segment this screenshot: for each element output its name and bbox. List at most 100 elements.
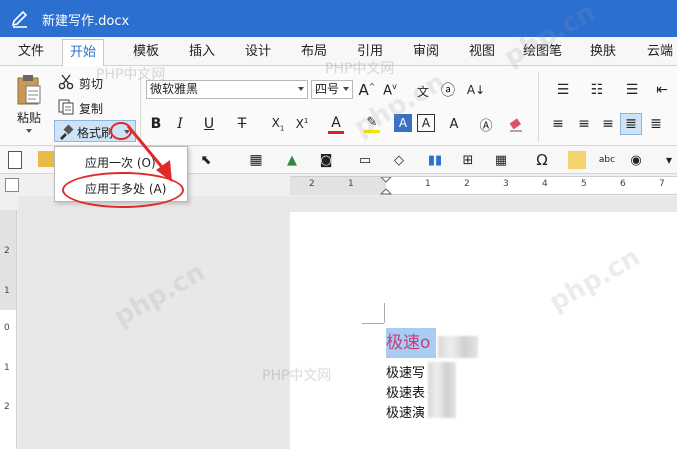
eye-icon: ◉ — [630, 152, 642, 168]
formula-button[interactable]: ⊞ — [458, 151, 478, 169]
chevron-down-icon — [298, 87, 304, 91]
paste-label: 粘贴 — [17, 111, 42, 125]
scissors-icon — [58, 74, 74, 90]
smartart-button[interactable]: ▦ — [486, 151, 516, 169]
tab-home[interactable]: 开始 — [62, 39, 105, 67]
numbering-button[interactable]: ☷ — [582, 80, 612, 100]
subscript-button[interactable]: X1 — [268, 114, 288, 134]
font-family-select[interactable]: 微软雅黑 — [146, 80, 308, 99]
ruler-label: 2 — [4, 246, 10, 256]
bullet-list-icon: ☰ — [556, 82, 570, 98]
camera-icon: ◙ — [319, 152, 333, 168]
grow-font-button[interactable]: A^ — [357, 80, 377, 100]
shapes-icon: ◇ — [394, 152, 404, 168]
sticky-note-button[interactable] — [568, 151, 586, 169]
eraser-icon — [509, 118, 522, 132]
margin-mark — [384, 303, 385, 323]
spell-check-icon: abc — [598, 155, 616, 165]
character-scale-button[interactable]: A↓ — [462, 80, 490, 100]
document-line[interactable]: 极速演 — [386, 402, 425, 421]
tab-template[interactable]: 模板 — [133, 37, 159, 66]
ruler-label: 2 — [4, 402, 10, 412]
align-right-icon: ≡ — [602, 116, 614, 132]
align-right-button[interactable]: ≡ — [598, 114, 618, 134]
bullets-button[interactable]: ☰ — [548, 80, 578, 100]
text-effects-button[interactable]: A — [442, 114, 466, 134]
subscript-icon: X1 — [271, 115, 285, 133]
clipboard-icon — [17, 75, 41, 105]
ruler-label: 0 — [4, 323, 10, 333]
tab-review[interactable]: 审阅 — [413, 37, 439, 66]
document-line[interactable]: 极速表 — [386, 382, 425, 401]
copy-button[interactable]: 复制 — [79, 100, 103, 117]
more-button[interactable]: ▾ — [662, 151, 676, 169]
table-icon: ▦ — [249, 152, 263, 168]
open-button[interactable] — [38, 151, 54, 167]
insert-table-button[interactable]: ▦ — [242, 151, 270, 169]
clear-formatting-button[interactable] — [506, 114, 526, 134]
tab-skin[interactable]: 换肤 — [590, 37, 616, 66]
shapes-button[interactable]: ◇ — [384, 151, 414, 169]
text-box-icon: ▭ — [358, 152, 372, 168]
character-border-button[interactable]: A — [417, 114, 435, 132]
superscript-icon: X1 — [295, 117, 309, 131]
font-size-select[interactable]: 四号 — [311, 80, 353, 99]
ruler-label: 7 — [659, 179, 665, 189]
ruler-label: 1 — [348, 179, 354, 189]
watermark-text: PHP中文网 — [96, 67, 166, 83]
document-line[interactable]: 极速写 — [386, 362, 425, 381]
font-color-button[interactable]: A — [322, 112, 350, 136]
tab-layout[interactable]: 布局 — [301, 37, 327, 66]
insert-chart-button[interactable]: ▮▮ — [420, 151, 450, 169]
strikethrough-icon: T — [237, 116, 247, 132]
ruler-label: 1 — [4, 286, 10, 296]
strikethrough-button[interactable]: T — [228, 114, 256, 134]
ruler-label: 2 — [464, 179, 470, 189]
watermark-text: PHP中文网 — [325, 61, 395, 77]
select-button[interactable]: ⬉ — [198, 150, 214, 170]
document-heading[interactable]: 极速o — [386, 328, 437, 358]
picture-icon: ▲ — [287, 152, 297, 168]
screenshot-button[interactable]: ◙ — [312, 151, 340, 169]
character-scale-icon: A↓ — [466, 83, 486, 97]
numbered-list-icon: ☷ — [590, 82, 604, 98]
align-center-button[interactable]: ≡ — [574, 114, 594, 134]
annotation-arrow — [126, 125, 172, 182]
paste-dropdown-arrow[interactable] — [26, 129, 32, 133]
font-size-value: 四号 — [315, 82, 340, 96]
insert-picture-button[interactable]: ▲ — [282, 151, 302, 169]
tab-design[interactable]: 设计 — [245, 37, 271, 66]
tab-file[interactable]: 文件 — [18, 37, 44, 66]
indent-marker-icon[interactable] — [380, 177, 392, 195]
window-title: 新建写作.docx — [42, 14, 130, 29]
tab-cloud[interactable]: 云端 — [647, 37, 673, 66]
tab-view[interactable]: 视图 — [469, 37, 495, 66]
omega-icon: Ω — [536, 151, 548, 169]
watermark-text: PHP中文网 — [262, 368, 332, 384]
superscript-button[interactable]: X1 — [292, 114, 312, 134]
distributed-button[interactable]: ≣ — [646, 114, 666, 134]
ruler-label: 3 — [503, 179, 509, 189]
align-left-icon: ≡ — [552, 116, 564, 132]
underline-button[interactable]: U — [196, 114, 222, 134]
justify-button[interactable]: ≣ — [620, 113, 642, 135]
symbol-button[interactable]: Ω — [528, 150, 556, 170]
more-icon: ▾ — [665, 153, 673, 167]
multilevel-list-button[interactable]: ☰ — [618, 80, 646, 100]
preview-button[interactable]: ◉ — [626, 151, 646, 169]
new-document-button[interactable] — [8, 151, 22, 169]
paste-button[interactable] — [12, 72, 46, 108]
text-outline-button[interactable]: Ⓐ — [474, 114, 498, 134]
tab-insert[interactable]: 插入 — [189, 37, 215, 66]
tab-stop-selector[interactable] — [5, 178, 19, 192]
decrease-indent-button[interactable]: ⇤ — [652, 80, 672, 100]
group-divider — [538, 72, 539, 142]
align-left-button[interactable]: ≡ — [548, 114, 568, 134]
align-center-icon: ≡ — [578, 116, 590, 132]
spelling-button[interactable]: abc — [596, 150, 618, 170]
distributed-icon: ≣ — [650, 116, 662, 132]
format-painter-label: 格式刷 — [77, 126, 114, 140]
vertical-ruler[interactable]: 2 1 0 1 2 — [0, 210, 17, 449]
horizontal-ruler[interactable]: 2 1 1 2 3 4 5 6 7 — [290, 176, 677, 195]
text-box-button[interactable]: ▭ — [350, 151, 380, 169]
